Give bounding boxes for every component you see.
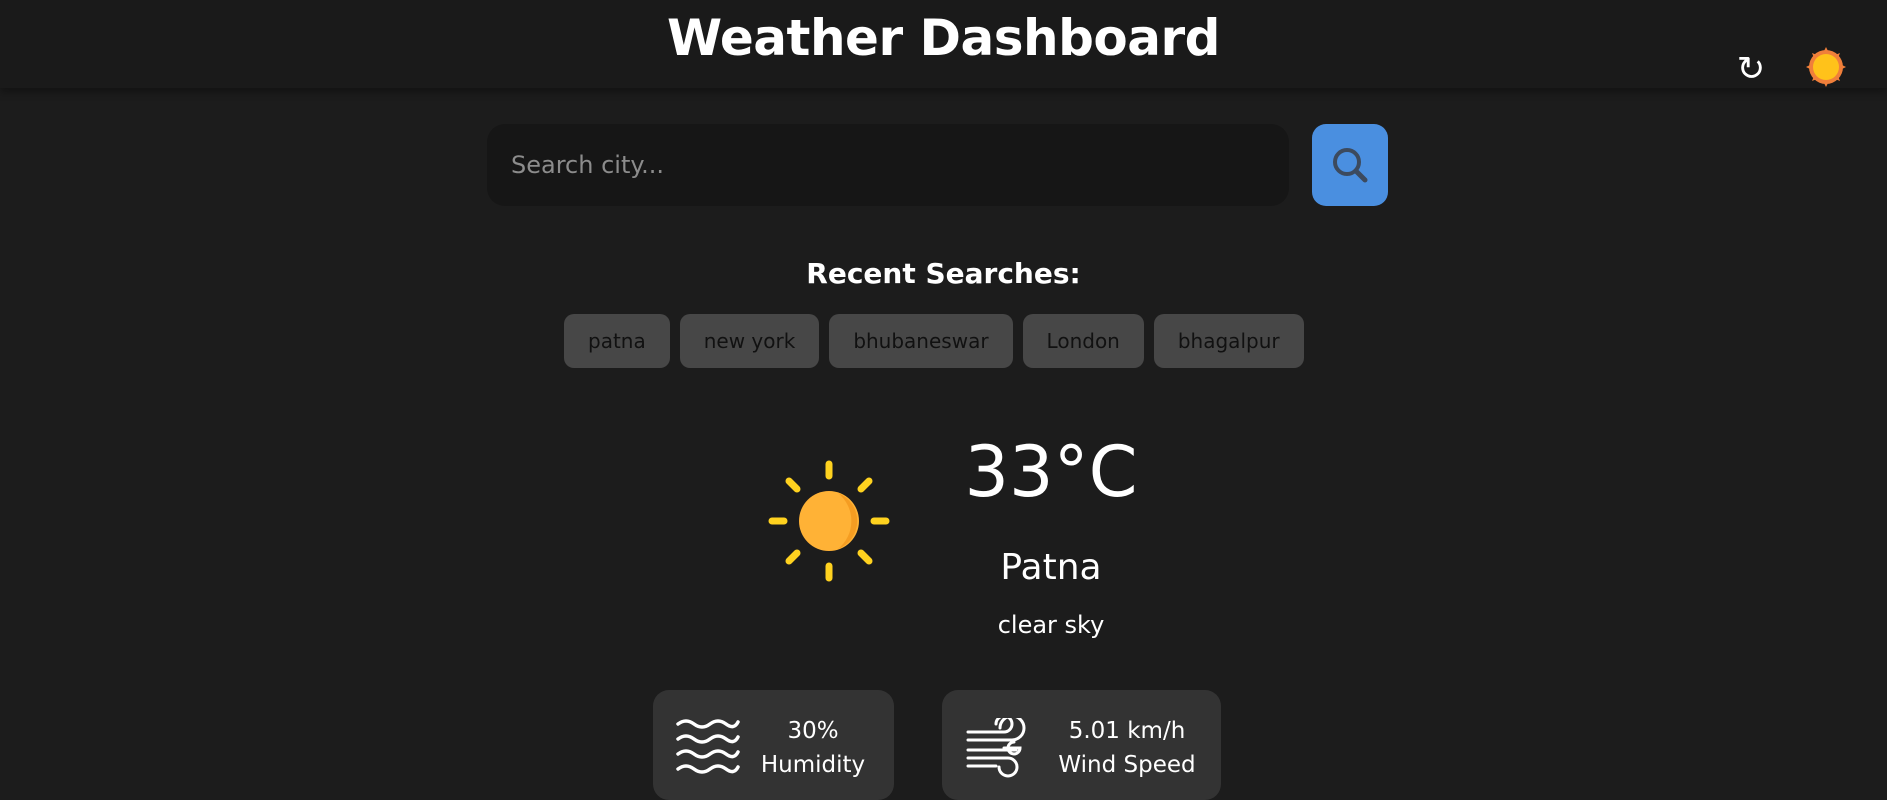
recent-search-chip[interactable]: bhagalpur [1153,314,1304,368]
sun-icon [1806,47,1846,87]
theme-toggle-button[interactable] [1806,47,1846,87]
recent-search-chip[interactable]: new york [679,314,820,368]
humidity-waves-icon [676,719,740,774]
app-title: Weather Dashboard [667,9,1220,67]
humidity-label: Humidity [760,752,866,778]
recent-search-chip[interactable]: bhubaneswar [829,314,1013,368]
header-bar: Weather Dashboard ↻ [0,0,1887,90]
search-icon [1333,148,1368,183]
wind-speed-label: Wind Speed [1058,752,1196,778]
search-button[interactable] [1312,124,1388,206]
clear-sky-sun-icon [768,460,890,582]
city-name: Patna [1000,547,1102,588]
wind-icon [966,718,1026,778]
refresh-icon: ↻ [1736,49,1766,89]
weather-condition-icon [766,458,892,584]
humidity-card: 30% Humidity [653,690,894,800]
weather-description: clear sky [997,611,1105,639]
recent-search-chip[interactable]: patna [564,314,670,368]
wind-speed-card: 5.01 km/h Wind Speed [942,690,1221,800]
wind-speed-value: 5.01 km/h [1068,718,1186,744]
search-input[interactable] [487,124,1289,206]
temperature-value: 33°C [964,431,1138,513]
refresh-button[interactable]: ↻ [1730,48,1772,90]
recent-search-chip[interactable]: London [1022,314,1144,368]
recent-searches-list: patna new york bhubaneswar London bhagal… [564,314,1304,368]
humidity-value: 30% [787,718,839,744]
recent-searches-title: Recent Searches: [806,257,1081,290]
